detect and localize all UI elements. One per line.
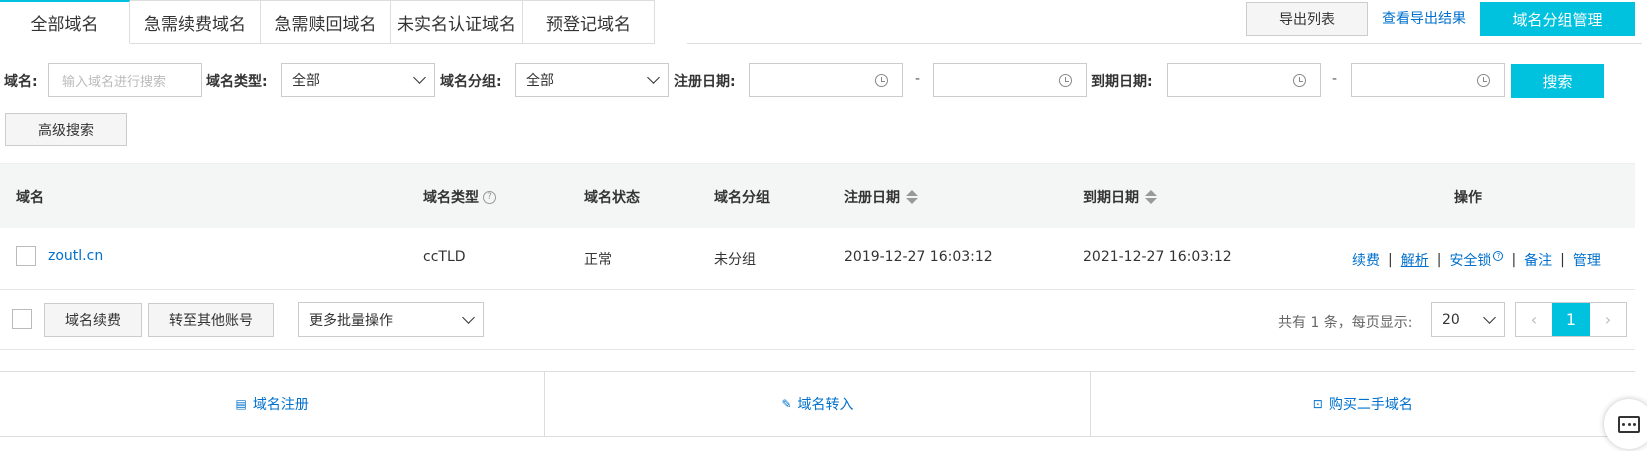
group-management-button[interactable]: 域名分组管理 [1480,2,1635,36]
domain-search-placeholder: 输入域名进行搜索 [62,74,167,90]
separator: | [1388,252,1393,268]
domain-register-action[interactable]: ▤ 域名注册 [0,372,546,436]
buy-secondhand-action[interactable]: ⊡ 购买二手域名 [1091,372,1635,436]
page-size-select[interactable]: 20 [1431,302,1505,337]
exp-date-end-input[interactable] [1351,63,1505,97]
col-status: 域名状态 [584,190,640,206]
remark-link[interactable]: 备注 [1524,250,1552,270]
pagination: ‹ 1 › [1515,302,1627,337]
tab-renew-urgent[interactable]: 急需续费域名 [130,0,261,44]
separator: | [1511,252,1517,268]
table-row: zoutl.cn ccTLD 正常 未分组 2019-12-27 16:03:1… [0,228,1635,290]
more-batch-ops-select[interactable]: 更多批量操作 [298,302,484,337]
group-select[interactable]: 全部 [515,63,669,97]
reg-date-end-input[interactable] [933,63,1087,97]
col-reg-date[interactable]: 注册日期 [844,187,918,207]
table-header: 域名 域名类型 ? 域名状态 域名分组 注册日期 到期日期 操作 [0,163,1635,228]
document-icon: ▤ [235,397,247,411]
domain-filter-label: 域名: [4,74,38,90]
exp-date-label: 到期日期: [1091,74,1153,90]
row-checkbox[interactable] [16,246,36,266]
view-export-results-link[interactable]: 查看导出结果 [1382,8,1466,28]
type-select[interactable]: 全部 [281,63,435,97]
domain-reg-date: 2019-12-27 16:03:12 [844,249,993,265]
chevron-down-icon [647,71,660,84]
quick-actions: ▤ 域名注册 ✎ 域名转入 ⊡ 购买二手域名 [0,371,1635,437]
col-exp-date[interactable]: 到期日期 [1083,187,1157,207]
separator: | [1560,252,1565,268]
exp-date-separator: - [1332,71,1338,87]
cart-icon: ⊡ [1312,397,1323,411]
transfer-account-button[interactable]: 转至其他账号 [148,303,274,337]
clock-icon [1293,74,1306,87]
chevron-down-icon [1483,310,1496,324]
clock-icon [1477,74,1490,87]
exp-date-start-input[interactable] [1167,63,1321,97]
prev-page-button[interactable]: ‹ [1516,303,1552,336]
export-list-button[interactable]: 导出列表 [1246,2,1368,36]
dns-resolve-link[interactable]: 解析 [1401,250,1429,270]
security-lock-link[interactable]: 安全锁 [1449,250,1491,270]
reg-date-separator: - [915,71,921,87]
reg-date-label: 注册日期: [674,74,736,90]
chevron-down-icon [413,71,426,84]
tabs-divider [687,43,1642,44]
pencil-icon: ✎ [781,397,792,411]
tab-all-domains[interactable]: 全部域名 [0,0,130,44]
col-group: 域名分组 [714,190,770,206]
select-all-checkbox[interactable] [12,309,32,329]
page-size-value: 20 [1442,311,1460,328]
row-actions: 续费 | 解析 | 安全锁 ? | 备注 | 管理 [1352,250,1601,270]
chat-icon [1618,415,1640,433]
type-filter-label: 域名类型: [206,74,268,90]
group-select-value: 全部 [526,73,554,89]
reg-date-start-input[interactable] [749,63,903,97]
type-select-value: 全部 [292,73,320,89]
domain-search-input[interactable]: 输入域名进行搜索 [48,63,202,97]
domain-exp-date: 2021-12-27 16:03:12 [1083,249,1232,265]
help-icon[interactable]: ? [1493,251,1504,261]
chat-support-button[interactable] [1604,399,1647,449]
sort-icon[interactable] [1145,190,1157,204]
chevron-down-icon [462,310,475,324]
batch-toolbar: 域名续费 转至其他账号 更多批量操作 共有 1 条，每页显示: 20 ‹ 1 › [0,290,1635,350]
domain-transfer-in-action[interactable]: ✎ 域名转入 [545,372,1091,436]
clock-icon [1059,74,1072,87]
sort-icon[interactable] [906,190,918,204]
search-button[interactable]: 搜索 [1511,64,1604,98]
renew-link[interactable]: 续费 [1352,250,1380,270]
page-1-button[interactable]: 1 [1552,303,1590,336]
batch-renew-button[interactable]: 域名续费 [44,303,142,337]
domain-type: ccTLD [423,249,466,265]
tab-unverified[interactable]: 未实名认证域名 [391,0,523,44]
domain-status: 正常 [584,252,612,268]
manage-link[interactable]: 管理 [1573,250,1601,270]
group-filter-label: 域名分组: [440,74,502,90]
col-actions: 操作 [1454,190,1482,206]
next-page-button[interactable]: › [1590,303,1626,336]
col-type: 域名类型 ? [423,187,496,207]
domain-tabs: 全部域名 急需续费域名 急需赎回域名 未实名认证域名 预登记域名 [0,0,655,44]
domain-link[interactable]: zoutl.cn [48,248,103,264]
help-icon[interactable]: ? [483,190,496,204]
domain-group: 未分组 [714,252,756,268]
more-batch-ops-value: 更多批量操作 [309,312,393,329]
separator: | [1436,252,1442,268]
tab-redeem-urgent[interactable]: 急需赎回域名 [261,0,391,44]
advanced-search-button[interactable]: 高级搜索 [5,113,127,146]
tab-preregistered[interactable]: 预登记域名 [523,0,655,44]
clock-icon [875,74,888,87]
total-count-text: 共有 1 条，每页显示: [1278,315,1413,331]
col-domain: 域名 [16,190,44,206]
